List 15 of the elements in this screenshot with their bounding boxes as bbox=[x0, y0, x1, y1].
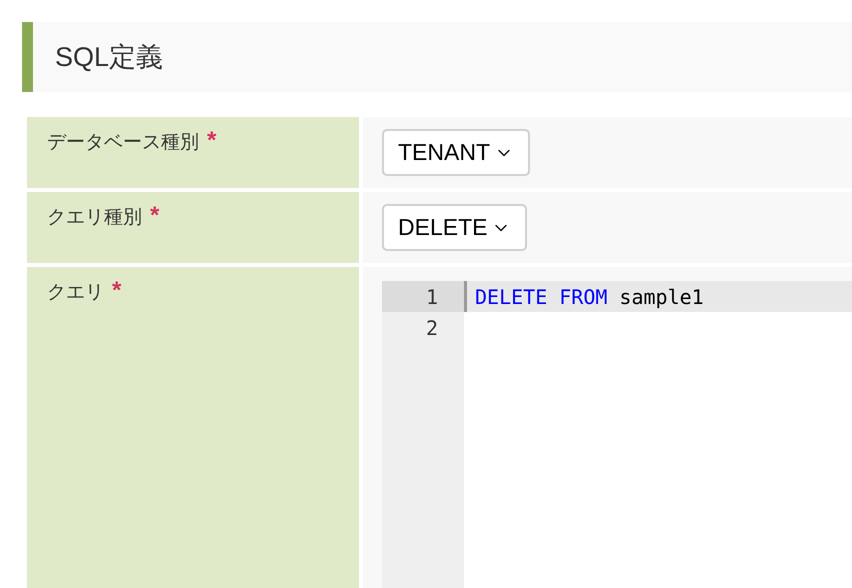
required-mark: * bbox=[112, 279, 122, 303]
field-label: データベース種別 bbox=[47, 131, 199, 155]
field-label: クエリ種別 bbox=[47, 206, 142, 230]
code-token: FROM bbox=[559, 284, 608, 310]
code-token: sample1 bbox=[619, 284, 704, 310]
field-label: クエリ bbox=[47, 281, 104, 305]
required-mark: * bbox=[207, 129, 216, 153]
select-dropdown[interactable]: DELETE bbox=[382, 204, 528, 251]
code-editor[interactable]: 1 2 DELETE FROM sample1 bbox=[382, 281, 852, 588]
code-token: DELETE bbox=[475, 284, 548, 310]
line-number: 2 bbox=[424, 314, 439, 342]
section-title: SQL定義 bbox=[55, 40, 164, 74]
line-number: 1 bbox=[382, 281, 464, 312]
required-mark: * bbox=[150, 204, 160, 228]
select-dropdown[interactable]: TENANT bbox=[382, 129, 530, 176]
